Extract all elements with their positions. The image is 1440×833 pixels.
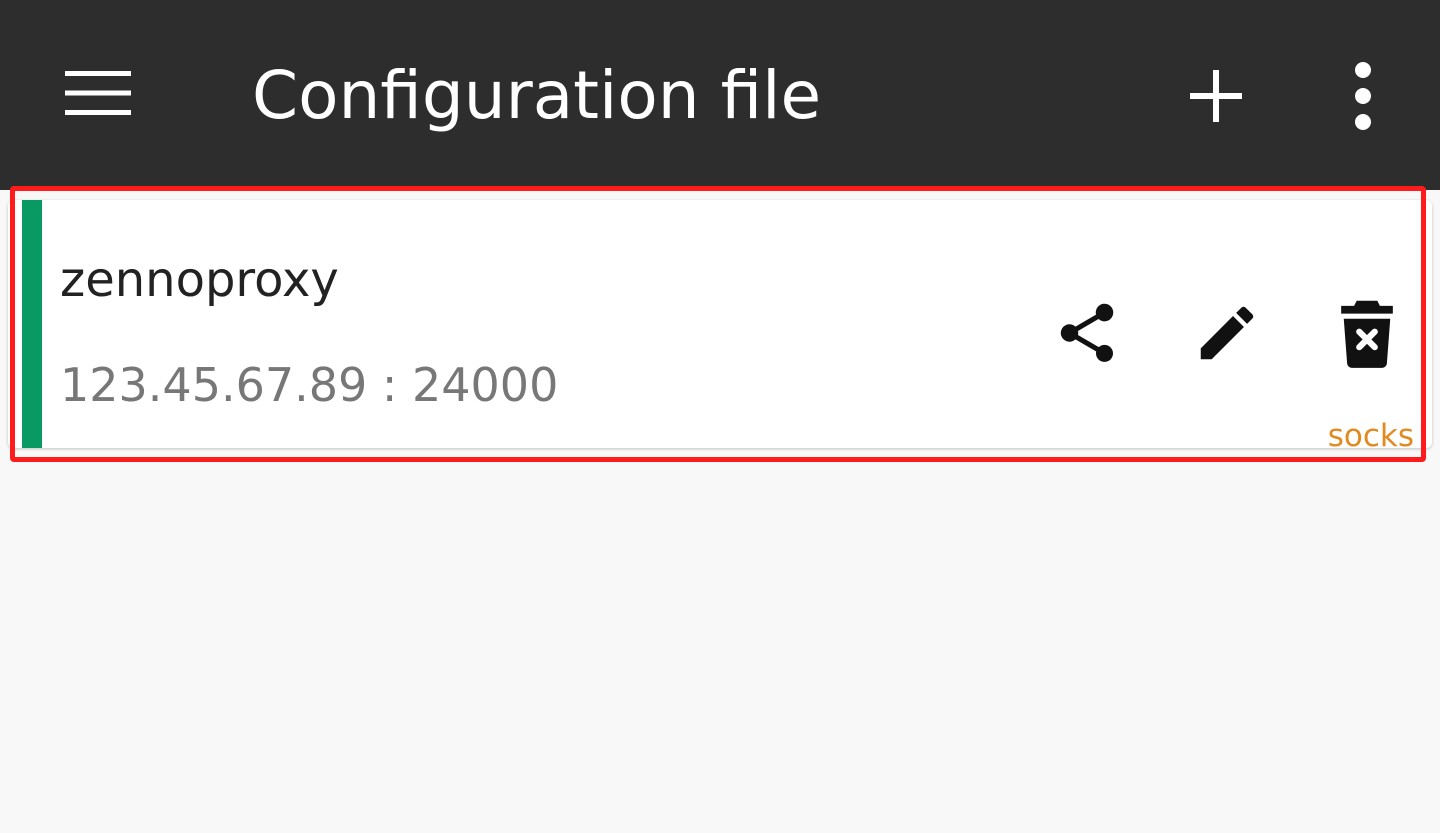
more-vertical-icon bbox=[1355, 62, 1371, 130]
menu-button[interactable] bbox=[50, 50, 146, 136]
profile-list: zennoproxy 123.45.67.89 : 24000 socks bbox=[0, 190, 1440, 833]
edit-icon bbox=[1200, 306, 1254, 360]
profile-card[interactable]: zennoproxy 123.45.67.89 : 24000 socks bbox=[8, 200, 1432, 448]
hamburger-menu-icon bbox=[65, 71, 131, 115]
edit-button[interactable] bbox=[1184, 290, 1270, 376]
share-button[interactable] bbox=[1044, 290, 1130, 376]
top-app-bar: Configuration file bbox=[0, 0, 1440, 190]
plus-icon bbox=[1190, 70, 1242, 122]
profile-name: zennoproxy bbox=[60, 252, 339, 308]
status-indicator bbox=[22, 200, 42, 448]
profile-address: 123.45.67.89 : 24000 bbox=[60, 358, 559, 412]
delete-icon bbox=[1341, 300, 1393, 368]
share-icon bbox=[1060, 303, 1114, 362]
proxy-type-tag: socks bbox=[1327, 418, 1414, 448]
add-button[interactable] bbox=[1170, 50, 1262, 142]
page-title: Configuration file bbox=[252, 57, 822, 134]
delete-button[interactable] bbox=[1324, 290, 1410, 376]
more-options-button[interactable] bbox=[1326, 50, 1400, 142]
